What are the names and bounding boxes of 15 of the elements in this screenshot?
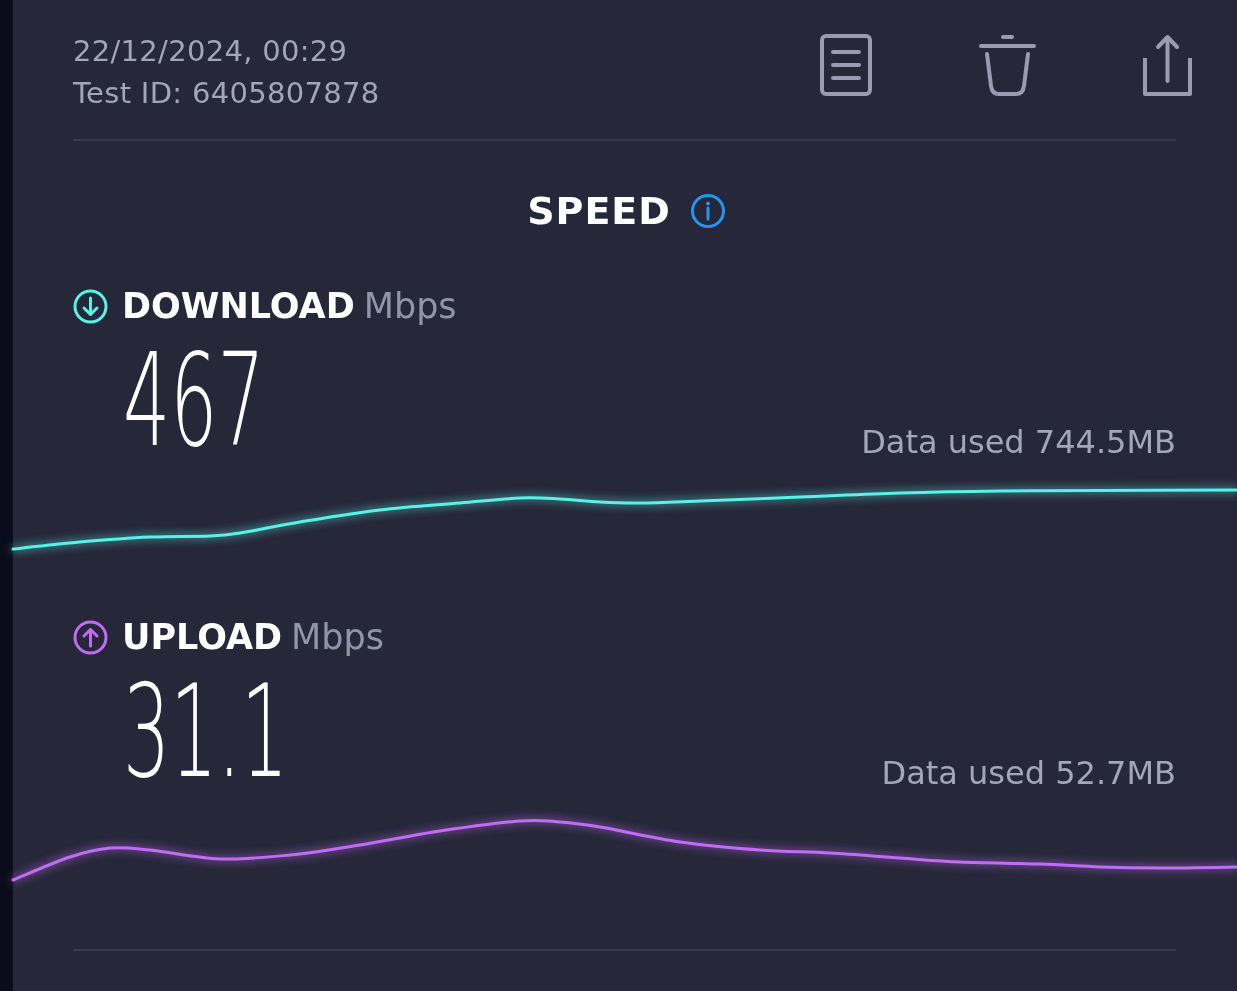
unit-label: Mbps <box>291 616 384 659</box>
trash-icon[interactable] <box>979 34 1036 96</box>
info-icon[interactable] <box>690 194 725 228</box>
data-used-text: Data used 52.7MB <box>881 755 1176 791</box>
share-icon[interactable] <box>1143 34 1192 96</box>
test-type-label: DOWNLOAD <box>122 285 355 328</box>
document-icon[interactable] <box>820 34 872 96</box>
test-date-time: 22/12/2024, 00:29 <box>73 33 348 70</box>
speed-value: 467 <box>123 337 265 465</box>
speed-value: 31.1 <box>123 668 289 796</box>
test-id: Test ID: 6405807878 <box>73 75 380 112</box>
unit-label: Mbps <box>363 285 457 328</box>
test-type-label: UPLOAD <box>122 616 283 659</box>
section-title: SPEED <box>527 188 671 235</box>
data-used-text: Data used 744.5MB <box>861 424 1176 460</box>
